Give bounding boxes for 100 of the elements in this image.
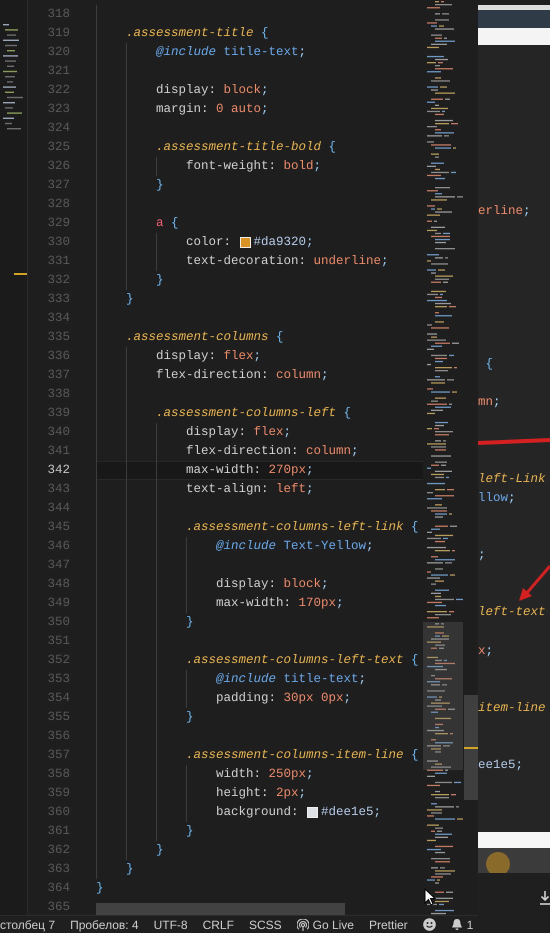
change-marker-icon bbox=[14, 273, 27, 275]
change-marker-icon bbox=[464, 747, 478, 749]
line-number: 365 bbox=[46, 898, 71, 915]
bell-icon bbox=[450, 918, 463, 931]
code-text: } bbox=[96, 290, 134, 308]
line-number: 355 bbox=[46, 708, 71, 726]
code-text: .assessment-columns { bbox=[96, 328, 284, 346]
line-number: 329 bbox=[46, 214, 71, 232]
code-text: display: block; bbox=[96, 574, 329, 594]
line-number: 326 bbox=[46, 158, 71, 174]
code-text: .assessment-columns-left-link { bbox=[96, 518, 419, 536]
code-text: background: bbox=[96, 802, 306, 822]
code-text: .assessment-columns-left { bbox=[96, 404, 352, 422]
line-number: 352 bbox=[46, 652, 71, 668]
line-number: 353 bbox=[46, 670, 71, 688]
code-text: } bbox=[96, 270, 164, 290]
line-number: 341 bbox=[46, 442, 71, 460]
code-text: #da9320; bbox=[254, 234, 314, 250]
code-text: ; bbox=[478, 547, 486, 564]
status-item[interactable]: SCSS bbox=[248, 918, 282, 932]
line-number: 328 bbox=[46, 196, 71, 212]
line-number: 327 bbox=[46, 176, 71, 194]
line-number: 359 bbox=[46, 784, 71, 802]
code-text: max-width: 270px; bbox=[96, 460, 314, 480]
line-number: 344 bbox=[46, 500, 71, 516]
code-text: margin: 0 auto; bbox=[96, 100, 269, 118]
code-text: height: 2px; bbox=[96, 784, 306, 802]
line-number: 346 bbox=[46, 538, 71, 554]
line-number: 321 bbox=[46, 62, 71, 80]
minimap-scrollbar[interactable] bbox=[423, 622, 463, 770]
code-text: x; bbox=[478, 642, 494, 660]
code-text: display: flex; bbox=[96, 422, 292, 442]
code-text: } bbox=[96, 612, 194, 632]
code-text: font-weight: bold; bbox=[96, 156, 322, 176]
code-text: @include Text-Yellow; bbox=[96, 536, 374, 556]
code-text: } bbox=[96, 840, 164, 860]
status-item[interactable]: Prettier bbox=[368, 918, 408, 932]
line-number: 350 bbox=[46, 614, 71, 630]
line-number: 351 bbox=[46, 632, 71, 650]
line-number: 354 bbox=[46, 690, 71, 706]
line-number: 325 bbox=[46, 138, 71, 156]
line-number: 362 bbox=[46, 842, 71, 858]
code-text: text-align: left; bbox=[96, 480, 314, 498]
code-text: display: flex; bbox=[96, 346, 262, 366]
code-text: padding: 30px 0px; bbox=[96, 688, 352, 708]
line-number: 349 bbox=[46, 594, 71, 612]
line-number: 322 bbox=[46, 82, 71, 98]
code-text: } bbox=[96, 860, 134, 878]
line-number: 333 bbox=[46, 290, 71, 308]
color-swatch-icon[interactable] bbox=[307, 806, 318, 818]
line-number: 345 bbox=[46, 518, 71, 536]
status-item[interactable]: Пробелов: 4 bbox=[70, 918, 139, 932]
code-text: { bbox=[484, 356, 494, 374]
annotation-arrow bbox=[516, 564, 550, 604]
code-text: left-Link bbox=[478, 470, 546, 488]
code-text: color: bbox=[96, 232, 239, 252]
download-icon bbox=[540, 891, 550, 905]
code-text: item-line bbox=[478, 700, 546, 717]
code-text: llow; bbox=[478, 490, 516, 507]
mouse-pointer-icon bbox=[424, 888, 436, 906]
line-number: 364 bbox=[46, 880, 71, 896]
code-text: a { bbox=[96, 214, 179, 232]
line-number: 343 bbox=[46, 480, 71, 498]
vertical-scrollbar[interactable] bbox=[464, 695, 478, 800]
smiley-icon[interactable] bbox=[422, 918, 436, 931]
status-item[interactable]: CRLF bbox=[202, 918, 234, 932]
code-text: @include title-text; bbox=[96, 670, 366, 688]
line-number: 339 bbox=[46, 404, 71, 422]
go-live-button[interactable]: Go Live bbox=[296, 918, 354, 932]
line-number: 330 bbox=[46, 234, 71, 250]
code-text: flex-direction: column; bbox=[96, 442, 359, 460]
status-item[interactable]: столбец 7 bbox=[0, 918, 56, 932]
line-number: 332 bbox=[46, 272, 71, 288]
code-text: .assessment-columns-left-text { bbox=[96, 650, 419, 670]
code-text: max-width: 170px; bbox=[96, 594, 344, 612]
code-text: .assessment-title { bbox=[96, 24, 269, 42]
status-item[interactable]: UTF-8 bbox=[154, 918, 188, 932]
line-number: 363 bbox=[46, 860, 71, 878]
code-text: flex-direction: column; bbox=[96, 366, 329, 384]
line-number: 331 bbox=[46, 252, 71, 270]
line-number: 347 bbox=[46, 556, 71, 574]
line-number: 324 bbox=[46, 120, 71, 136]
code-text: } bbox=[96, 176, 164, 194]
code-text: #dee1e5; bbox=[321, 804, 382, 820]
line-number: 334 bbox=[46, 310, 71, 326]
line-number: 336 bbox=[46, 348, 71, 364]
line-number: 358 bbox=[46, 766, 71, 782]
line-number: 338 bbox=[46, 386, 71, 402]
notifications-button[interactable]: 1 bbox=[450, 918, 474, 932]
line-number: 357 bbox=[46, 746, 71, 764]
line-number: 337 bbox=[46, 366, 71, 384]
code-text: .assessment-title-bold { bbox=[96, 138, 336, 156]
color-swatch-icon[interactable] bbox=[240, 236, 251, 248]
horizontal-scrollbar[interactable] bbox=[96, 903, 345, 915]
line-number: 320 bbox=[46, 44, 71, 60]
annotation-line bbox=[478, 436, 550, 448]
code-text: } bbox=[96, 708, 194, 726]
line-number: 360 bbox=[46, 804, 71, 820]
code-text: display: block; bbox=[96, 80, 269, 100]
code-text: .assessment-columns-item-line { bbox=[96, 746, 419, 764]
